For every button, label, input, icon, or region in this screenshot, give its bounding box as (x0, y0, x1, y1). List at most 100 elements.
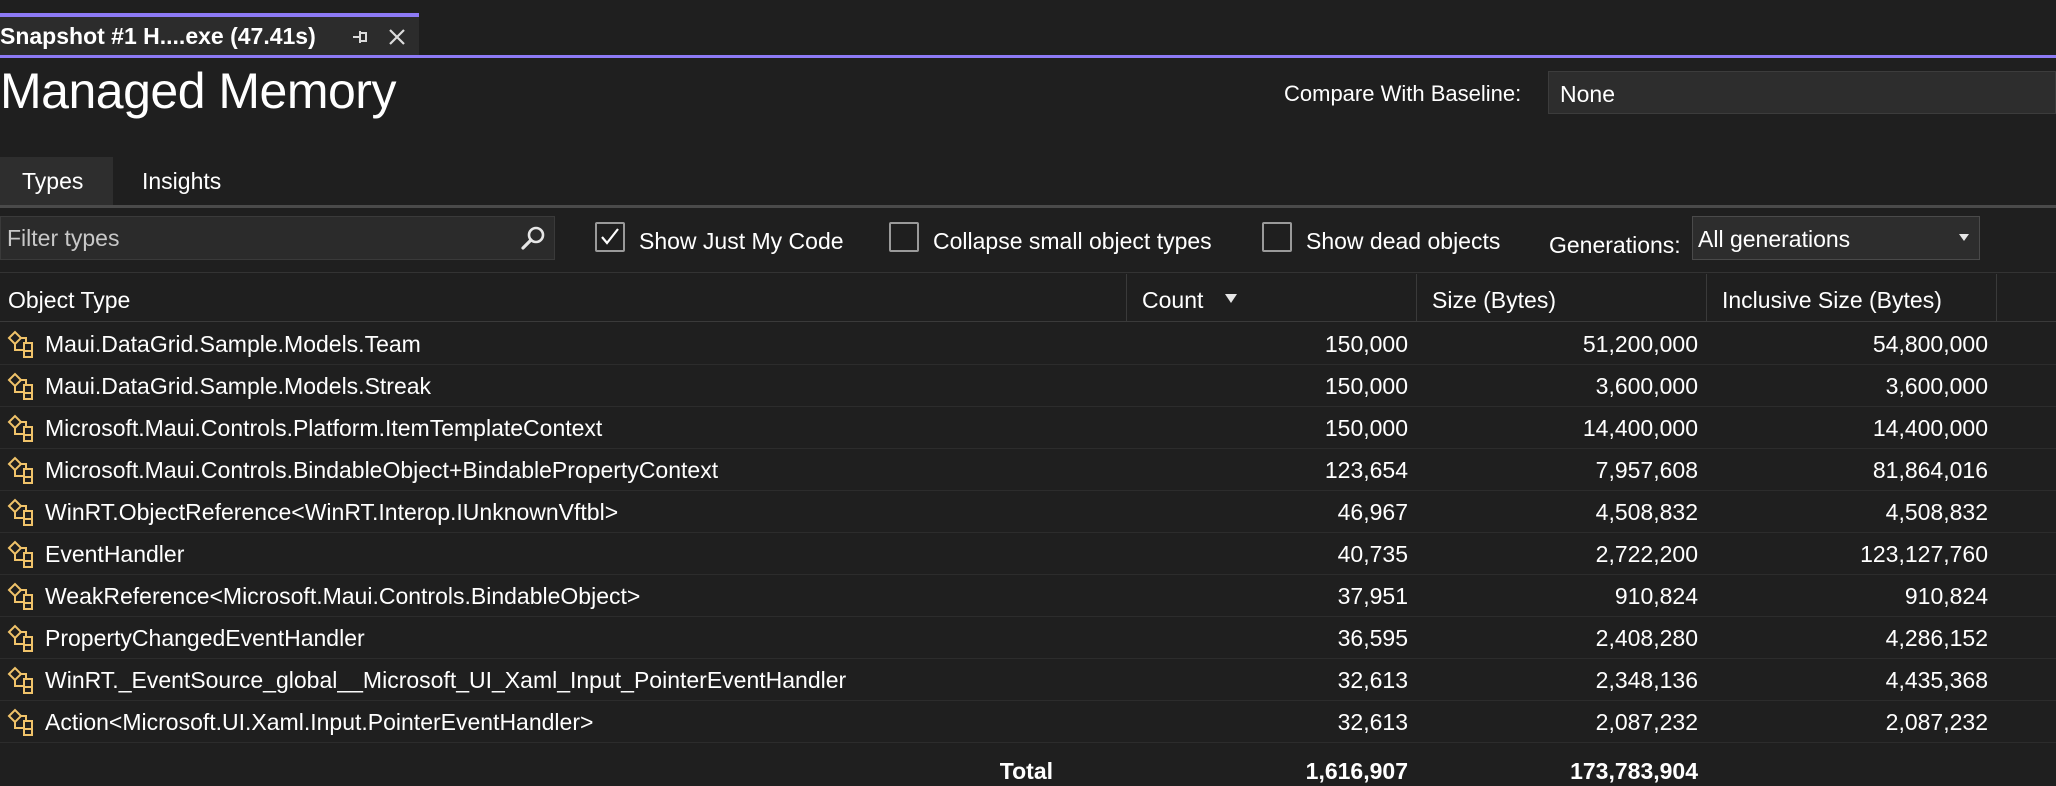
cell-inclusive-size-value: 2,087,232 (1885, 709, 1988, 735)
cell-inclusive-size: 81,864,016 (1708, 449, 1988, 490)
column-separator[interactable] (1126, 274, 1127, 322)
grid-header: Object Type Count Size (Bytes) Inclusive… (0, 274, 2056, 322)
column-separator[interactable] (1416, 274, 1417, 322)
baseline-dropdown[interactable]: None (1548, 71, 2056, 114)
collapse-small-checkbox[interactable]: Collapse small object types (889, 220, 1229, 260)
cell-inclusive-size: 910,824 (1708, 575, 1988, 616)
show-just-my-code-label: Show Just My Code (639, 228, 844, 254)
cell-count-value: 150,000 (1324, 373, 1408, 399)
table-row[interactable]: WinRT._EventSource_global__Microsoft_UI_… (0, 659, 2056, 701)
cell-size: 14,400,000 (1418, 407, 1698, 448)
cell-count: 32,613 (1128, 701, 1408, 742)
class-type-icon (7, 330, 33, 358)
close-icon[interactable] (386, 26, 408, 48)
column-header-count[interactable]: Count (1134, 274, 1416, 322)
cell-object-type: EventHandler (0, 533, 1126, 574)
cell-count-value: 123,654 (1324, 457, 1408, 483)
table-row[interactable]: Maui.DataGrid.Sample.Models.Team 150,000 5… (0, 323, 2056, 365)
column-separator[interactable] (1996, 274, 1997, 322)
cell-size: 2,348,136 (1418, 659, 1698, 700)
cell-count: 37,951 (1128, 575, 1408, 616)
column-size-label: Size (Bytes) (1432, 287, 1556, 313)
filter-types-box (0, 216, 555, 260)
cell-inclusive-size-value: 4,435,368 (1885, 667, 1988, 693)
cell-inclusive-size-value: 4,508,832 (1885, 499, 1988, 525)
generations-selected-value: All generations (1698, 226, 1851, 252)
cell-count: 150,000 (1128, 407, 1408, 448)
snapshot-document-tab[interactable]: Snapshot #1 H....exe (47.41s) (0, 13, 419, 55)
total-count: 1,616,907 (1305, 758, 1408, 784)
document-tab-strip: Snapshot #1 H....exe (47.41s) (0, 0, 2056, 58)
search-icon[interactable] (519, 225, 547, 253)
tab-insights-label: Insights (142, 168, 222, 194)
cell-size: 51,200,000 (1418, 323, 1698, 364)
object-type-name: Maui.DataGrid.Sample.Models.Team (45, 331, 421, 357)
cell-inclusive-size-value: 123,127,760 (1860, 541, 1988, 567)
cell-size: 2,087,232 (1418, 701, 1698, 742)
cell-object-type: WeakReference<Microsoft.Maui.Controls.Bi… (0, 575, 1126, 616)
class-type-icon (7, 498, 33, 526)
cell-object-type: Maui.DataGrid.Sample.Models.Team (0, 323, 1126, 364)
cell-count-value: 37,951 (1337, 583, 1408, 609)
collapse-small-label: Collapse small object types (933, 228, 1212, 254)
column-header-inclusive-size[interactable]: Inclusive Size (Bytes) (1714, 274, 1996, 322)
cell-count: 150,000 (1128, 323, 1408, 364)
class-type-icon (7, 708, 33, 736)
baseline-label: Compare With Baseline: (1284, 81, 1522, 106)
cell-size: 2,722,200 (1418, 533, 1698, 574)
generations-dropdown[interactable]: All generations (1692, 216, 1980, 260)
show-just-my-code-box[interactable] (595, 222, 625, 252)
cell-inclusive-size: 123,127,760 (1708, 533, 1988, 574)
column-object-type-label: Object Type (8, 287, 131, 313)
types-grid-body: Maui.DataGrid.Sample.Models.Team 150,000 5… (0, 323, 2056, 743)
tabs-divider (0, 205, 2056, 208)
column-separator[interactable] (1706, 274, 1707, 322)
total-label: Total (999, 758, 1053, 784)
cell-size-value: 910,824 (1614, 583, 1698, 609)
cell-inclusive-size-value: 14,400,000 (1872, 415, 1988, 441)
tab-insights[interactable]: Insights (113, 157, 243, 205)
cell-object-type: Maui.DataGrid.Sample.Models.Streak (0, 365, 1126, 406)
column-header-size[interactable]: Size (Bytes) (1424, 274, 1706, 322)
cell-count: 150,000 (1128, 365, 1408, 406)
cell-inclusive-size: 4,286,152 (1708, 617, 1988, 658)
object-type-name: PropertyChangedEventHandler (45, 625, 365, 651)
collapse-small-box[interactable] (889, 222, 919, 252)
filter-types-input[interactable] (7, 223, 507, 253)
pin-icon[interactable] (350, 26, 372, 48)
cell-inclusive-size: 54,800,000 (1708, 323, 1988, 364)
object-type-name: Action<Microsoft.UI.Xaml.Input.PointerEv… (45, 709, 594, 735)
cell-inclusive-size: 4,435,368 (1708, 659, 1988, 700)
object-type-name: WinRT.ObjectReference<WinRT.Interop.IUnk… (45, 499, 619, 525)
tab-types[interactable]: Types (0, 157, 113, 205)
column-header-object-type[interactable]: Object Type (0, 274, 1126, 322)
table-row[interactable]: PropertyChangedEventHandler 36,595 2,408,2… (0, 617, 2056, 659)
cell-count-value: 150,000 (1324, 415, 1408, 441)
managed-memory-window: Snapshot #1 H....exe (47.41s) Managed Me… (0, 0, 2056, 786)
cell-inclusive-size-value: 81,864,016 (1872, 457, 1988, 483)
toolbar-divider (0, 272, 2056, 273)
table-row[interactable]: EventHandler 40,735 2,722,200 123,127,760 (0, 533, 2056, 575)
class-type-icon (7, 666, 33, 694)
cell-size-value: 7,957,608 (1595, 457, 1698, 483)
show-dead-objects-box[interactable] (1262, 222, 1292, 252)
table-row[interactable]: Maui.DataGrid.Sample.Models.Streak 150,00… (0, 365, 2056, 407)
table-row[interactable]: Microsoft.Maui.Controls.BindableObject+B… (0, 449, 2056, 491)
table-row[interactable]: WinRT.ObjectReference<WinRT.Interop.IUnk… (0, 491, 2056, 533)
class-type-icon (7, 372, 33, 400)
object-type-name: Maui.DataGrid.Sample.Models.Streak (45, 373, 432, 399)
cell-object-type: PropertyChangedEventHandler (0, 617, 1126, 658)
cell-count-value: 46,967 (1337, 499, 1408, 525)
table-row[interactable]: WeakReference<Microsoft.Maui.Controls.Bi… (0, 575, 2056, 617)
object-type-name: Microsoft.Maui.Controls.BindableObject+B… (45, 457, 719, 483)
class-type-icon (7, 582, 33, 610)
table-row[interactable]: Microsoft.Maui.Controls.Platform.ItemTem… (0, 407, 2056, 449)
column-count-label: Count (1142, 287, 1204, 313)
cell-size-value: 3,600,000 (1595, 373, 1698, 399)
cell-inclusive-size: 14,400,000 (1708, 407, 1988, 448)
show-just-my-code-checkbox[interactable]: Show Just My Code (595, 220, 865, 260)
show-dead-objects-checkbox[interactable]: Show dead objects (1262, 220, 1522, 260)
cell-size: 2,408,280 (1418, 617, 1698, 658)
page-title: Managed Memory (0, 63, 396, 119)
table-row[interactable]: Action<Microsoft.UI.Xaml.Input.PointerEv… (0, 701, 2056, 743)
